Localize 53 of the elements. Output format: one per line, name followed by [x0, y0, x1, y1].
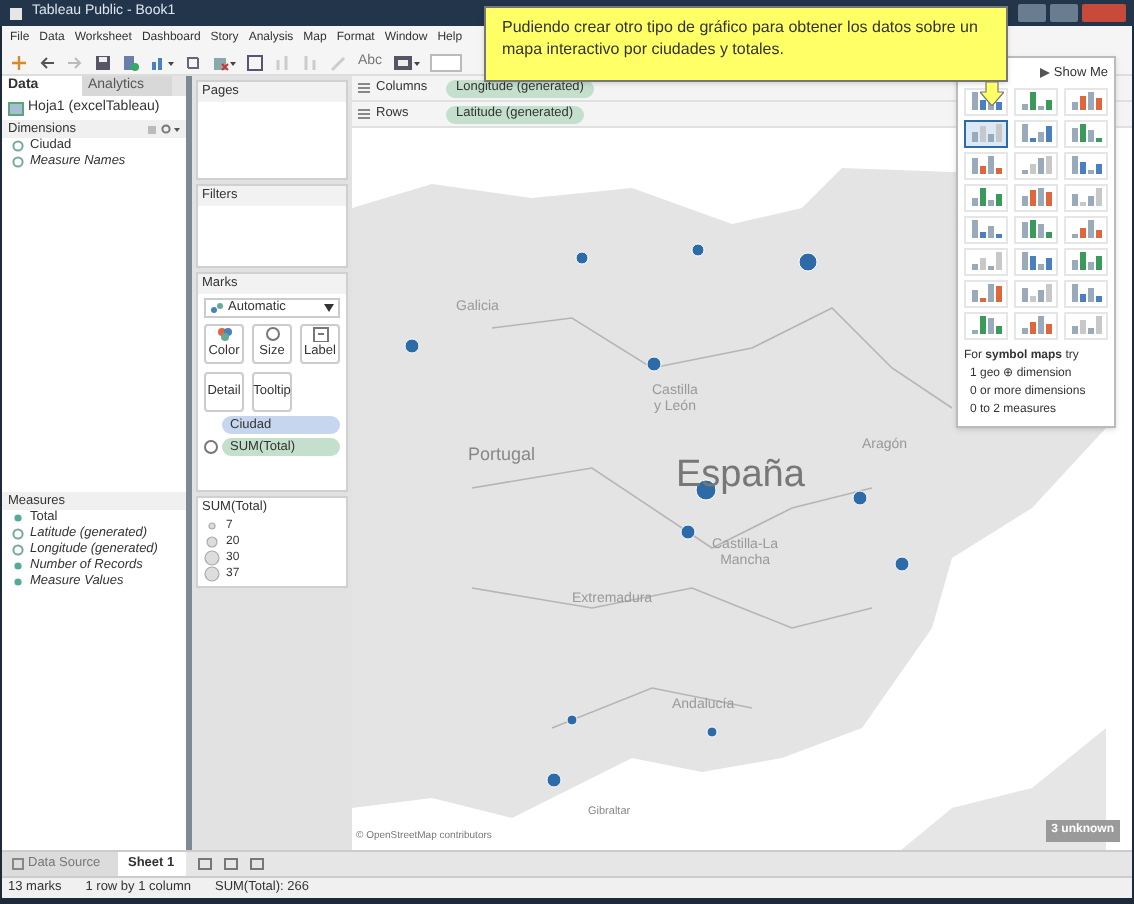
sort-ascending-icon — [274, 53, 292, 71]
new-worksheet-icon — [198, 858, 212, 870]
chart-thumbnail-icon — [971, 156, 1001, 175]
back-arrow-icon — [38, 53, 56, 71]
chart-thumbnail-icon — [1071, 220, 1101, 239]
callout-text: Pudiendo crear otro tipo de gráfico para obtener los datos sobre un mapa interactivo por ciudades y totales. — [502, 16, 980, 60]
chart-thumbnail-icon — [1021, 92, 1051, 111]
shelf-icon — [358, 108, 370, 120]
chart-thumbnail-icon — [1071, 316, 1101, 335]
chart-thumbnail-icon — [971, 220, 1001, 239]
chart-thumbnail-icon — [971, 316, 1001, 335]
chart-thumbnail-icon — [1071, 92, 1101, 111]
shelf-icon — [358, 82, 370, 94]
chart-thumbnail-icon — [971, 284, 1001, 303]
clear-sheet-icon — [212, 53, 236, 71]
mark-type-icon — [210, 302, 224, 314]
tableau-logo-icon — [10, 53, 28, 71]
chart-thumbnail-icon — [971, 252, 1001, 271]
new-dashboard-icon — [224, 858, 238, 870]
sort-descending-icon — [302, 53, 320, 71]
chart-thumbnail-icon — [971, 124, 1001, 143]
size-icon — [263, 326, 281, 343]
chart-thumbnail-icon — [1071, 188, 1101, 207]
map-label: España — [676, 452, 805, 500]
chart-thumbnail-icon — [1021, 188, 1051, 207]
fit-dropdown[interactable] — [430, 53, 463, 71]
chart-thumbnail-icon — [1071, 156, 1101, 175]
forward-arrow-icon — [66, 53, 84, 71]
app-icon — [8, 5, 24, 21]
chart-type-button[interactable] — [964, 119, 1008, 148]
chart-thumbnail-icon — [1021, 316, 1051, 335]
chart-thumbnail-icon — [1021, 252, 1051, 271]
chart-thumbnail-icon — [1021, 124, 1051, 143]
color-icon — [215, 326, 233, 343]
size-icon — [204, 440, 218, 454]
chart-thumbnail-icon — [1021, 220, 1051, 239]
new-story-icon — [250, 858, 264, 870]
chart-thumbnail-icon — [971, 188, 1001, 207]
data-source-icon — [12, 858, 24, 870]
chart-thumbnail-icon — [1071, 284, 1101, 303]
chart-thumbnail-icon — [1071, 252, 1101, 271]
caret-icon — [324, 304, 334, 312]
search-icon — [148, 123, 180, 135]
data-source-icon — [122, 53, 140, 71]
database-icon — [8, 101, 24, 115]
measure-icon — [12, 512, 24, 524]
chart-thumbnail-icon — [1021, 156, 1051, 175]
chart-thumbnail-icon — [1021, 284, 1051, 303]
label-icon — [311, 326, 329, 343]
highlight-icon — [330, 53, 348, 71]
map-label: Portugal — [468, 442, 536, 468]
chart-thumbnail-icon — [1071, 124, 1101, 143]
chart-icon — [150, 53, 174, 71]
